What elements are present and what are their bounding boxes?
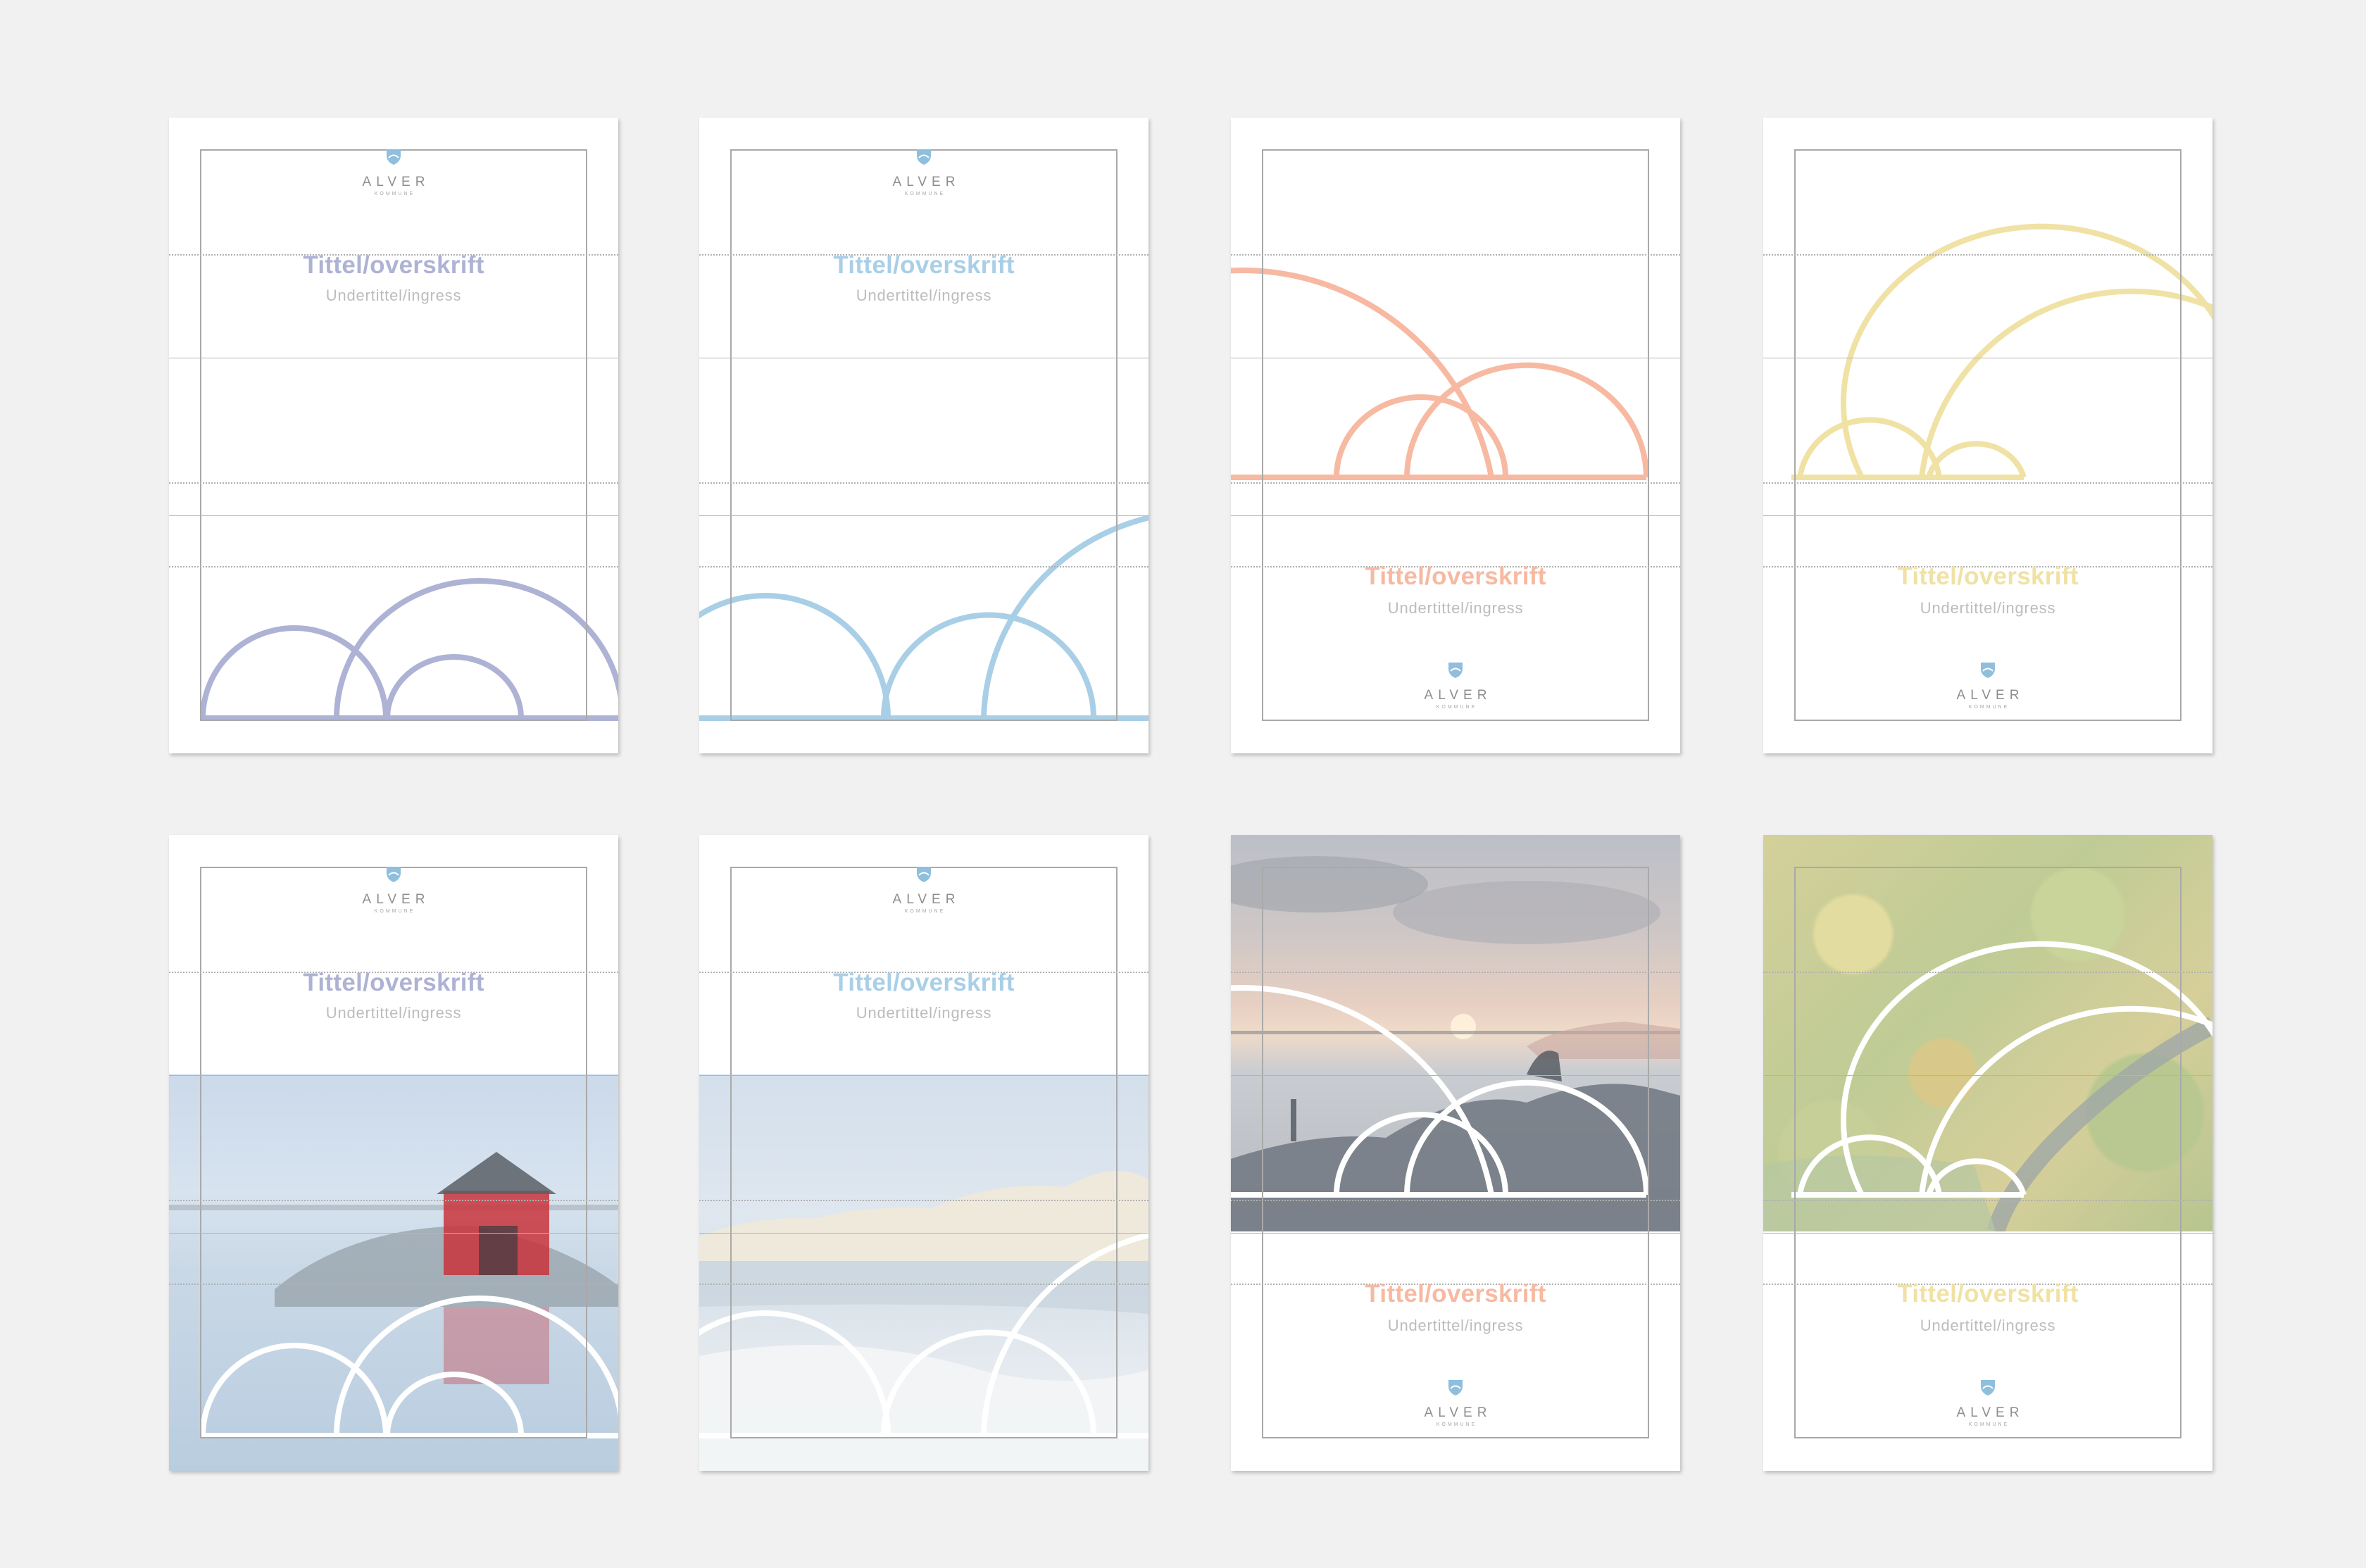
sunset-coast-photo — [1231, 835, 1680, 1231]
cover-subtitle: Undertittel/ingress — [1387, 1317, 1524, 1334]
winter-lake-photo — [699, 1074, 1148, 1471]
alver-logo: ALVER KOMMUNE — [1231, 1379, 1680, 1427]
logo-sub: KOMMUNE — [374, 192, 415, 196]
shield-icon — [1448, 663, 1463, 678]
logo-sub: KOMMUNE — [374, 909, 415, 914]
cover-subtitle: Undertittel/ingress — [1387, 599, 1524, 617]
boathouse-photo — [169, 1074, 618, 1471]
margin-frame — [1794, 149, 2182, 721]
winter-scene — [699, 1171, 1148, 1471]
template-sheet-5[interactable]: ALVER KOMMUNE Tittel/overskrift Undertit… — [169, 835, 618, 1471]
arc-graphic — [1791, 223, 2212, 480]
shield-icon — [387, 867, 401, 882]
template-sheet-4[interactable]: Tittel/overskrift Undertittel/ingress AL… — [1763, 118, 2212, 753]
logo-name: ALVER — [1424, 688, 1492, 703]
forest-aerial-photo — [1763, 835, 2212, 1231]
guide-solid — [1763, 1233, 2212, 1234]
logo-name: ALVER — [892, 175, 960, 189]
guide-dotted — [699, 566, 1148, 567]
arc-graphic — [699, 515, 1148, 721]
template-sheet-6[interactable]: ALVER KOMMUNE Tittel/overskrift Undertit… — [699, 835, 1148, 1471]
logo-name: ALVER — [1956, 1405, 2024, 1420]
cover-subtitle: Undertittel/ingress — [856, 287, 992, 304]
guide-solid — [1231, 515, 1680, 516]
shield-icon — [917, 149, 931, 165]
logo-sub: KOMMUNE — [1436, 705, 1477, 710]
alver-logo: ALVER KOMMUNE — [699, 866, 1148, 914]
logo-name: ALVER — [362, 892, 430, 907]
margin-frame — [1262, 149, 1649, 721]
boathouse-scene — [169, 1152, 618, 1384]
shield-icon — [1981, 663, 1995, 678]
template-sheet-7[interactable]: Tittel/overskrift Undertittel/ingress AL… — [1231, 835, 1680, 1471]
alver-logo: ALVER KOMMUNE — [699, 149, 1148, 196]
cover-title: Tittel/overskrift — [1897, 563, 2079, 590]
logo-name: ALVER — [1956, 688, 2024, 703]
cover-title: Tittel/overskrift — [1365, 563, 1546, 590]
alver-logo: ALVER KOMMUNE — [1231, 662, 1680, 710]
logo-name: ALVER — [892, 892, 960, 907]
forest-scene — [1763, 1017, 2212, 1231]
alver-logo: ALVER KOMMUNE — [169, 149, 618, 196]
guide-dotted — [1763, 482, 2212, 484]
margin-frame — [200, 149, 587, 721]
cover-subtitle: Undertittel/ingress — [856, 1004, 992, 1022]
logo-sub: KOMMUNE — [1436, 1422, 1477, 1427]
guide-dotted — [1231, 482, 1680, 484]
shield-icon — [1448, 1380, 1463, 1395]
arc-graphic — [200, 578, 618, 721]
cover-title: Tittel/overskrift — [833, 251, 1015, 279]
guide-dotted — [1231, 254, 1680, 256]
cover-subtitle: Undertittel/ingress — [1920, 1317, 2056, 1334]
guide-solid — [169, 515, 618, 516]
guide-dotted — [169, 482, 618, 484]
cover-title: Tittel/overskrift — [1897, 1280, 2079, 1307]
guide-solid — [699, 515, 1148, 516]
guide-dotted — [1763, 254, 2212, 256]
cover-subtitle: Undertittel/ingress — [325, 1004, 462, 1022]
page: { "sheets": [ {"title":"Tittel/overskrif… — [0, 0, 2366, 1568]
cover-title: Tittel/overskrift — [303, 251, 484, 279]
cover-title: Tittel/overskrift — [1365, 1280, 1546, 1307]
logo-name: ALVER — [362, 175, 430, 189]
logo-name: ALVER — [1424, 1405, 1492, 1420]
logo-sub: KOMMUNE — [904, 909, 946, 914]
template-sheet-3[interactable]: Tittel/overskrift Undertittel/ingress AL… — [1231, 118, 1680, 753]
template-sheet-1[interactable]: ALVER KOMMUNE Tittel/overskrift Undertit… — [169, 118, 618, 753]
alver-logo: ALVER KOMMUNE — [1763, 662, 2212, 710]
guide-solid — [1763, 515, 2212, 516]
arc-graphic — [1231, 268, 1649, 480]
logo-sub: KOMMUNE — [1968, 1422, 2010, 1427]
template-sheet-2[interactable]: ALVER KOMMUNE Tittel/overskrift Undertit… — [699, 118, 1148, 753]
shield-icon — [917, 867, 931, 882]
logo-sub: KOMMUNE — [904, 192, 946, 196]
cover-title: Tittel/overskrift — [833, 969, 1015, 996]
guide-dotted — [169, 566, 618, 567]
shield-icon — [387, 149, 401, 165]
guide-solid — [1231, 1233, 1680, 1234]
cover-title: Tittel/overskrift — [303, 969, 484, 996]
cover-subtitle: Undertittel/ingress — [1920, 599, 2056, 617]
sunset-scene — [1231, 856, 1680, 1231]
template-sheet-8[interactable]: Tittel/overskrift Undertittel/ingress AL… — [1763, 835, 2212, 1471]
cover-subtitle: Undertittel/ingress — [325, 287, 462, 304]
logo-sub: KOMMUNE — [1968, 705, 2010, 710]
alver-logo: ALVER KOMMUNE — [1763, 1379, 2212, 1427]
guide-dotted — [699, 482, 1148, 484]
margin-frame — [730, 149, 1118, 721]
shield-icon — [1981, 1380, 1995, 1395]
alver-logo: ALVER KOMMUNE — [169, 866, 618, 914]
